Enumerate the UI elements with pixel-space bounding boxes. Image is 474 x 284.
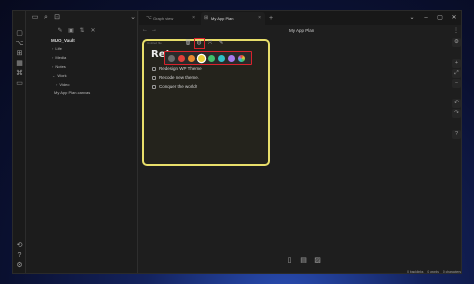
reset-zoom-icon[interactable]: ⤢: [452, 69, 461, 78]
checkbox[interactable]: [152, 66, 156, 71]
app-window: ▢ ⌥ ⊞ ▦ ⌘ ▭ ⟲ ? ⚙ ▭ ⌕ ⊡ ⌄ ✎ ▣ ⇅ ✕ MUO_Va…: [12, 10, 462, 274]
checkbox[interactable]: [152, 75, 156, 80]
file-icon[interactable]: ▢: [15, 29, 24, 38]
chevron-down-icon[interactable]: ⌄: [129, 14, 137, 22]
graph-icon[interactable]: ⌥: [15, 39, 24, 48]
main-pane: ⌥ Graph view × ⊞ My App Plan × + ⌄ – ▢ ✕…: [139, 11, 461, 274]
card-toolbar: 🗑 ◍ ⤧ ✎: [184, 39, 230, 48]
back-icon[interactable]: ←: [142, 27, 148, 33]
explorer-toolbar: ✎ ▣ ⇅ ✕: [26, 27, 138, 37]
tree-item-media[interactable]: › Media: [52, 55, 66, 60]
folder-icon[interactable]: ▭: [31, 14, 39, 22]
view-title[interactable]: My App Plan: [289, 28, 314, 33]
maximize-icon[interactable]: ▢: [433, 11, 447, 25]
tree-item-notes[interactable]: › Notes: [52, 64, 66, 69]
minimize-icon[interactable]: –: [419, 11, 433, 25]
close-icon[interactable]: ×: [258, 12, 261, 25]
edit-icon[interactable]: ✎: [217, 39, 225, 47]
task-item[interactable]: Conquer the world!: [152, 84, 197, 89]
tab-graph-view[interactable]: ⌥ Graph view ×: [143, 12, 199, 25]
close-icon[interactable]: ×: [192, 12, 195, 25]
canvas-icon[interactable]: ⊞: [15, 49, 24, 58]
bookmark-icon[interactable]: ⊡: [53, 14, 61, 22]
card-file-label: Untitled file: [147, 41, 162, 45]
help-icon[interactable]: ?: [452, 130, 461, 139]
add-file-icon[interactable]: ▤: [299, 255, 308, 266]
collapse-icon[interactable]: ✕: [89, 27, 97, 35]
tree-item-work[interactable]: ⌄ Work: [52, 73, 67, 78]
checkbox[interactable]: [152, 84, 156, 89]
add-note-icon[interactable]: ▯: [285, 255, 294, 266]
new-note-icon[interactable]: ✎: [56, 27, 64, 35]
character-count: 0 characters: [442, 270, 461, 274]
swatch-purple[interactable]: [228, 55, 235, 62]
custom-color-icon[interactable]: [238, 55, 245, 62]
tree-item-video[interactable]: › Video: [56, 82, 70, 87]
word-count: 0 words: [427, 270, 439, 274]
search-icon[interactable]: ⌕: [42, 14, 50, 22]
terminal-icon[interactable]: ▭: [15, 79, 24, 88]
settings-icon[interactable]: ⚙: [452, 38, 461, 47]
tab-bar: ⌥ Graph view × ⊞ My App Plan × + ⌄ – ▢ ✕: [139, 11, 461, 25]
tab-my-app-plan[interactable]: ⊞ My App Plan ×: [201, 12, 265, 25]
undo-icon[interactable]: ↶: [452, 99, 461, 108]
zoom-out-icon[interactable]: −: [452, 79, 461, 88]
sort-icon[interactable]: ⇅: [78, 27, 86, 35]
tree-item-life[interactable]: › Life: [52, 46, 62, 51]
swatch-orange[interactable]: [188, 55, 195, 62]
swatch-yellow[interactable]: [198, 55, 205, 62]
close-window-icon[interactable]: ✕: [447, 11, 461, 25]
redo-icon[interactable]: ↷: [452, 109, 461, 118]
calendar-icon[interactable]: ▦: [15, 59, 24, 68]
vault-switch-icon[interactable]: ⟲: [15, 241, 24, 250]
help-icon[interactable]: ?: [15, 251, 24, 260]
status-bar: 0 backlinks 0 words 0 characters: [404, 270, 461, 274]
task-item[interactable]: Redesign WP Theme: [152, 66, 202, 71]
tree-item-my-app-plan[interactable]: My App Plan.canvas: [52, 90, 90, 95]
zoom-in-icon[interactable]: +: [452, 59, 461, 68]
more-options-icon[interactable]: ⋮: [453, 27, 459, 34]
swatch-green[interactable]: [208, 55, 215, 62]
canvas-icon: ⊞: [204, 15, 209, 21]
color-picker: [164, 51, 252, 65]
settings-icon[interactable]: ⚙: [15, 261, 24, 270]
graph-icon: ⌥: [146, 15, 152, 21]
sidebar-tabbar: ▭ ⌕ ⊡ ⌄: [26, 11, 138, 25]
backlinks-count[interactable]: 0 backlinks: [407, 270, 423, 273]
swatch-gray[interactable]: [168, 55, 175, 62]
command-icon[interactable]: ⌘: [15, 69, 24, 78]
add-media-icon[interactable]: ▨: [313, 255, 322, 266]
view-header: ← → My App Plan ⋮: [139, 25, 461, 37]
new-folder-icon[interactable]: ▣: [67, 27, 75, 35]
swatch-cyan[interactable]: [218, 55, 225, 62]
file-explorer: ▭ ⌕ ⊡ ⌄ ✎ ▣ ⇅ ✕ MUO_Vault › Life › Media ›…: [26, 11, 138, 273]
forward-icon[interactable]: →: [151, 27, 157, 33]
left-ribbon: ▢ ⌥ ⊞ ▦ ⌘ ▭ ⟲ ? ⚙: [13, 11, 26, 273]
highlight-box: [194, 38, 205, 49]
new-tab-button[interactable]: +: [269, 12, 273, 25]
vault-name[interactable]: MUO_Vault: [51, 38, 75, 43]
task-item[interactable]: Recode new theme.: [152, 75, 199, 80]
trash-icon[interactable]: 🗑: [184, 39, 192, 47]
swatch-red[interactable]: [178, 55, 185, 62]
tab-list-icon[interactable]: ⌄: [405, 11, 419, 25]
zoom-to-fit-icon[interactable]: ⤧: [206, 39, 214, 47]
